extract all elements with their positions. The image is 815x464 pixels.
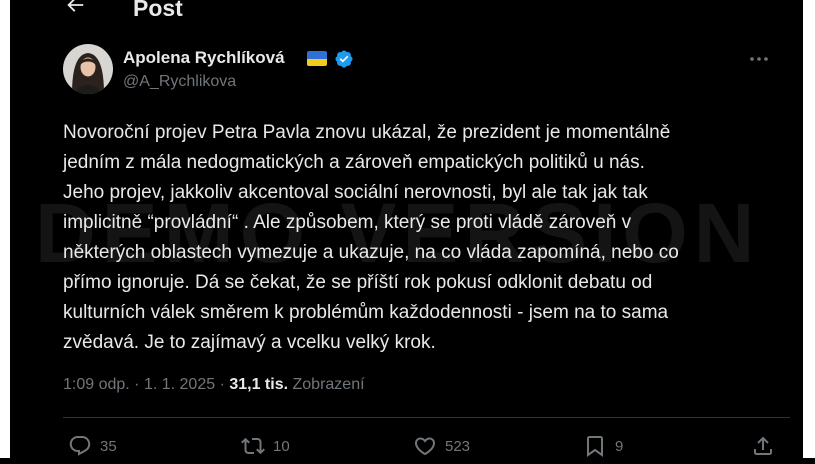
- tweet-meta: 1:09 odp. · 1. 1. 2025 · 31,1 tis. Zobra…: [63, 376, 365, 394]
- right-frame: [803, 0, 815, 458]
- repost-button[interactable]: 10: [241, 434, 290, 458]
- left-frame: [0, 0, 10, 458]
- arrow-left-icon: [67, 0, 84, 12]
- page-header: Post: [10, 0, 803, 22]
- repost-icon: [241, 437, 265, 455]
- like-button[interactable]: 523: [413, 434, 470, 458]
- meta-separator: ·: [215, 376, 230, 393]
- post-column: Post Apolena Rychlíková @A_Rychlikova No…: [10, 0, 803, 458]
- more-dots-icon: [750, 57, 768, 61]
- bookmark-button[interactable]: 9: [583, 434, 623, 458]
- author-handle[interactable]: @A_Rychlikova: [123, 73, 236, 91]
- share-button[interactable]: [751, 434, 775, 458]
- views-label: Zobrazení: [288, 376, 365, 393]
- reply-count: 35: [100, 437, 117, 455]
- divider: [63, 417, 790, 418]
- bookmark-icon: [587, 436, 603, 457]
- share-icon: [754, 436, 772, 455]
- repost-count: 10: [273, 437, 290, 455]
- back-button[interactable]: [64, 0, 92, 22]
- ukraine-flag-icon: [307, 51, 327, 66]
- verified-badge-icon[interactable]: [334, 49, 354, 69]
- tweet-time[interactable]: 1:09 odp.: [63, 376, 130, 393]
- bookmark-count: 9: [615, 437, 624, 455]
- like-count: 523: [445, 437, 471, 455]
- meta-separator: ·: [129, 376, 144, 393]
- page-title: Post: [133, 0, 183, 21]
- reply-button[interactable]: 35: [68, 434, 117, 458]
- more-options-button[interactable]: [748, 50, 770, 68]
- heart-icon: [414, 437, 436, 456]
- tweet-text: Novoroční projev Petra Pavla znovu ukáza…: [63, 122, 679, 353]
- author-name[interactable]: Apolena Rychlíková: [123, 48, 285, 68]
- avatar[interactable]: [63, 44, 113, 94]
- reply-icon: [69, 436, 91, 456]
- tweet-date[interactable]: 1. 1. 2025: [144, 376, 215, 393]
- action-bar: 35 10 523 9: [63, 434, 790, 464]
- views-count: 31,1 tis.: [229, 376, 289, 393]
